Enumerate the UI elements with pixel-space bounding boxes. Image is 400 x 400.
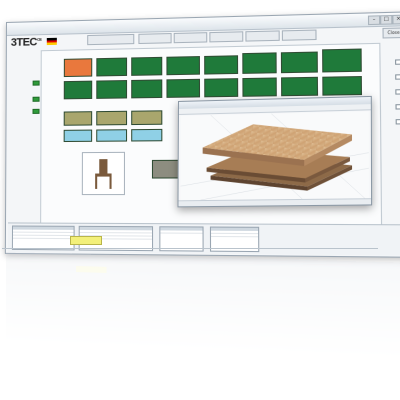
toolbar-button-3[interactable] (173, 32, 208, 44)
grid-cell[interactable] (242, 77, 277, 97)
grid-cell[interactable] (63, 111, 93, 126)
stacked-boards-illustration (181, 111, 369, 200)
right-panel-field[interactable] (395, 89, 400, 95)
grid-cell[interactable] (96, 80, 128, 99)
close-window-button[interactable]: × (392, 14, 400, 25)
logo-badge: CE (36, 36, 42, 42)
sidebar-status-chip (32, 108, 40, 114)
sidebar-status-chip (32, 96, 40, 102)
chair-icon (95, 159, 112, 189)
toolbar-button-5[interactable] (245, 30, 280, 42)
right-panel-field[interactable] (395, 119, 400, 125)
language-flag-icon[interactable] (46, 37, 57, 46)
right-panel-field[interactable] (395, 59, 400, 65)
maximize-button[interactable]: □ (380, 14, 393, 25)
grid-cell[interactable] (96, 57, 128, 77)
grid-cell[interactable] (131, 56, 163, 76)
grid-cell[interactable] (204, 78, 239, 98)
table-row[interactable] (211, 233, 259, 238)
grid-cell[interactable] (131, 110, 163, 126)
grid-cell[interactable] (96, 110, 128, 126)
logo-text: 3TEC (10, 36, 37, 49)
part-preview (81, 151, 125, 196)
grid-cell[interactable] (281, 76, 319, 97)
grid-cell[interactable] (166, 78, 201, 98)
table-row[interactable] (160, 230, 203, 234)
close-button[interactable]: Close (382, 27, 400, 39)
toolbar-button-2[interactable] (138, 33, 172, 45)
3d-viewport[interactable] (180, 111, 369, 201)
grid-cell[interactable] (131, 79, 163, 99)
grid-cell[interactable] (63, 129, 93, 143)
grid-cell[interactable] (322, 76, 363, 96)
grid-cell[interactable] (242, 52, 277, 74)
grid-cell[interactable] (63, 80, 93, 100)
right-panel-field[interactable] (395, 104, 400, 110)
grid-cell[interactable] (96, 129, 128, 142)
left-sidebar (8, 50, 40, 202)
grid-cell[interactable] (280, 51, 318, 74)
screenshot-scene: – □ × 3TECCE Close (0, 0, 400, 400)
reflection-band (76, 265, 107, 273)
table-row[interactable] (12, 235, 74, 240)
toolbar-button-4[interactable] (209, 31, 244, 43)
minimize-button[interactable]: – (367, 15, 381, 26)
data-table (11, 225, 75, 251)
grid-cell[interactable] (151, 159, 180, 179)
app-logo: 3TECCE (11, 36, 42, 49)
grid-cell[interactable] (63, 58, 93, 78)
toolbar-button-1[interactable] (87, 33, 135, 46)
right-panel-field[interactable] (395, 74, 400, 80)
grid-cell[interactable] (204, 55, 239, 75)
popup-status-bar (178, 198, 372, 207)
toolbar-button-6[interactable] (281, 29, 317, 41)
grid-cell[interactable] (166, 56, 200, 76)
right-panel (378, 42, 400, 203)
grid-cell[interactable] (131, 128, 163, 142)
action-button[interactable] (70, 236, 102, 245)
window-reflection (6, 252, 400, 391)
3d-preview-window (177, 95, 373, 208)
grid-cell[interactable] (322, 48, 362, 73)
sidebar-status-chip (32, 80, 40, 86)
